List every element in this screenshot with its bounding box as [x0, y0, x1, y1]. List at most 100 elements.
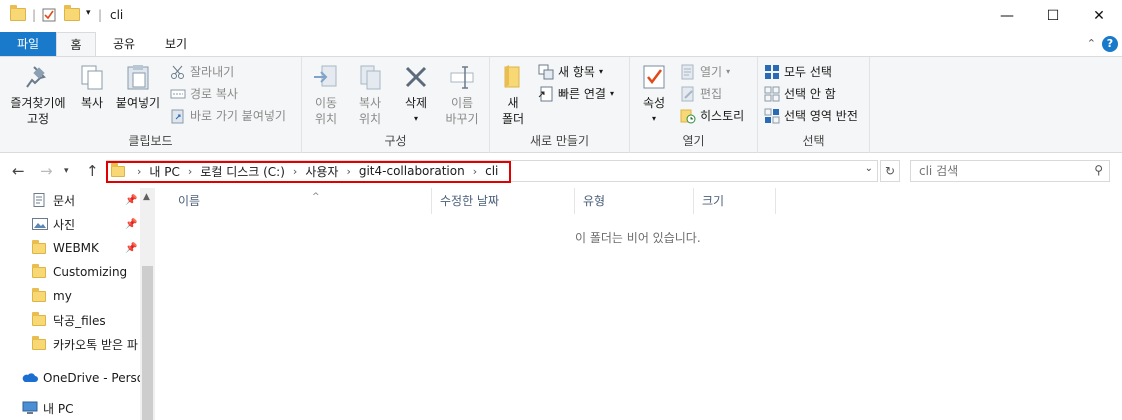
scroll-up-icon[interactable]: ▲ — [143, 192, 150, 202]
nav-item-label: 카카오톡 받은 파 — [53, 337, 138, 352]
new-item-label: 새 항목 — [558, 65, 595, 79]
easy-access-dropdown-icon: ▾ — [609, 89, 614, 98]
edit-label: 편집 — [700, 87, 723, 101]
copy-to-label: 복사 위치 — [358, 96, 382, 126]
nav-item-kakaotalk[interactable]: 카카오톡 받은 파 — [32, 332, 140, 356]
breadcrumb-separator-icon[interactable]: › — [137, 165, 141, 178]
back-arrow-icon[interactable]: ← — [12, 162, 25, 180]
move-to-button[interactable]: 이동 위치 — [306, 63, 346, 127]
maximize-button[interactable]: ☐ — [1030, 0, 1076, 32]
paste-label: 붙여넣기 — [115, 96, 161, 110]
open-button[interactable]: 열기 ▾ — [680, 62, 730, 82]
folder-icon — [32, 312, 48, 327]
nav-item-my[interactable]: my — [32, 284, 140, 308]
collapse-ribbon-icon[interactable]: ⌃ — [1087, 37, 1096, 50]
breadcrumb-cli[interactable]: cli — [485, 164, 498, 178]
delete-button[interactable]: 삭제 ▾ — [398, 63, 434, 127]
up-arrow-icon[interactable]: ↑ — [86, 162, 99, 180]
help-icon[interactable]: ? — [1102, 36, 1118, 52]
pin-to-quick-access-button[interactable]: 즐겨찾기에 고정 — [4, 63, 72, 127]
breadcrumb-git4-collaboration[interactable]: git4-collaboration — [359, 164, 465, 178]
column-header-name[interactable]: 이름 ^ — [170, 188, 432, 214]
copy-label: 복사 — [80, 96, 104, 110]
delete-dropdown-icon[interactable]: ▾ — [398, 111, 434, 127]
properties-quick-icon[interactable] — [42, 8, 56, 22]
select-none-label: 선택 안 함 — [784, 87, 836, 101]
customize-quick-access-icon[interactable]: ▾ — [86, 8, 91, 18]
breadcrumb-separator-icon[interactable]: › — [293, 165, 297, 178]
history-icon — [680, 108, 696, 124]
address-dropdown-icon[interactable]: ⌄ — [865, 163, 873, 174]
folder-icon — [32, 240, 48, 255]
empty-folder-message: 이 폴더는 비어 있습니다. — [575, 231, 701, 245]
easy-access-label: 빠른 연결 — [558, 87, 606, 101]
tab-file[interactable]: 파일 — [0, 32, 56, 56]
search-input[interactable] — [911, 161, 1081, 181]
properties-dropdown-icon[interactable]: ▾ — [636, 111, 672, 127]
nav-item-customizing[interactable]: Customizing — [32, 260, 140, 284]
nav-item-label: WEBMK — [53, 241, 99, 255]
rename-button[interactable]: 이름 바꾸기 — [440, 63, 484, 127]
new-group-label: 새로 만들기 — [529, 134, 589, 148]
new-folder-button[interactable]: 새 폴더 — [496, 63, 530, 127]
nav-pane-scrollbar[interactable]: ▲ — [140, 188, 155, 420]
history-button[interactable]: 히스토리 — [680, 106, 744, 126]
refresh-icon[interactable]: ↻ — [880, 160, 900, 182]
copy-path-label: 경로 복사 — [190, 87, 238, 101]
minimize-button[interactable]: — — [984, 0, 1030, 32]
nav-item-webmk[interactable]: WEBMK — [32, 236, 140, 260]
new-folder-quick-icon[interactable] — [64, 5, 80, 21]
folder-icon — [32, 288, 48, 303]
properties-label: 속성 — [642, 96, 666, 110]
address-bar[interactable]: › 내 PC › 로컬 디스크 (C:) › 사용자 › git4-collab… — [106, 160, 878, 182]
new-item-button[interactable]: 새 항목 ▾ — [538, 62, 603, 82]
nav-item-onedrive[interactable]: OneDrive - Person — [22, 366, 140, 390]
breadcrumb-this-pc[interactable]: 내 PC — [149, 163, 179, 180]
edit-icon — [680, 86, 696, 102]
tab-home[interactable]: 홈 — [56, 32, 96, 56]
select-all-button[interactable]: 모두 선택 — [764, 62, 832, 82]
breadcrumb-separator-icon[interactable]: › — [188, 165, 192, 178]
pin-icon — [24, 63, 52, 91]
column-header-date-modified[interactable]: 수정한 날짜 — [432, 188, 575, 214]
copy-to-icon — [356, 63, 384, 91]
ribbon-tabs: 파일 홈 공유 보기 — [0, 32, 1122, 56]
tab-view[interactable]: 보기 — [156, 32, 196, 56]
paste-shortcut-button[interactable]: 바로 가기 붙여넣기 — [170, 106, 286, 126]
invert-selection-button[interactable]: 선택 영역 반전 — [764, 106, 858, 126]
forward-arrow-icon[interactable]: → — [40, 162, 53, 180]
nav-item-label: 사진 — [53, 217, 76, 232]
pinned-icon: 📌 — [125, 195, 138, 206]
copy-to-button[interactable]: 복사 위치 — [350, 63, 390, 127]
recent-locations-icon[interactable]: ▾ — [64, 166, 69, 176]
pinned-icon: 📌 — [125, 219, 138, 230]
select-none-button[interactable]: 선택 안 함 — [764, 84, 836, 104]
search-icon[interactable]: ⚲ — [1094, 163, 1103, 177]
column-header-type[interactable]: 유형 — [575, 188, 694, 214]
edit-button[interactable]: 편집 — [680, 84, 722, 104]
breadcrumb-separator-icon[interactable]: › — [473, 165, 477, 178]
column-header-size[interactable]: 크기 — [694, 188, 776, 214]
navigation-bar: ← → ▾ ↑ › 내 PC › 로컬 디스크 (C:) › 사용자 › git… — [0, 155, 1122, 187]
breadcrumb-separator-icon[interactable]: › — [346, 165, 350, 178]
nav-item-pictures[interactable]: 사진 — [32, 212, 140, 236]
move-to-icon — [312, 63, 340, 91]
tab-share[interactable]: 공유 — [104, 32, 144, 56]
close-button[interactable]: ✕ — [1076, 0, 1122, 32]
scrollbar-thumb[interactable] — [142, 266, 153, 420]
nav-item-this-pc[interactable]: 내 PC — [22, 396, 140, 420]
copy-path-button[interactable]: 경로 복사 — [170, 84, 238, 104]
nav-item-dakgong-files[interactable]: 닥공_files — [32, 308, 140, 332]
rename-icon — [448, 63, 476, 91]
organize-group-label: 구성 — [384, 134, 407, 148]
paste-button[interactable]: 붙여넣기 — [112, 63, 164, 111]
search-box[interactable]: ⚲ — [910, 160, 1110, 182]
breadcrumb-local-disk[interactable]: 로컬 디스크 (C:) — [200, 163, 285, 180]
nav-item-documents[interactable]: 문서 — [32, 188, 140, 212]
cut-button[interactable]: 잘라내기 — [170, 62, 234, 82]
copy-button[interactable]: 복사 — [74, 63, 110, 111]
easy-access-button[interactable]: 빠른 연결 ▾ — [538, 84, 614, 104]
separator: | — [98, 8, 103, 22]
breadcrumb-users[interactable]: 사용자 — [305, 163, 338, 180]
properties-button[interactable]: 속성 ▾ — [636, 63, 672, 127]
